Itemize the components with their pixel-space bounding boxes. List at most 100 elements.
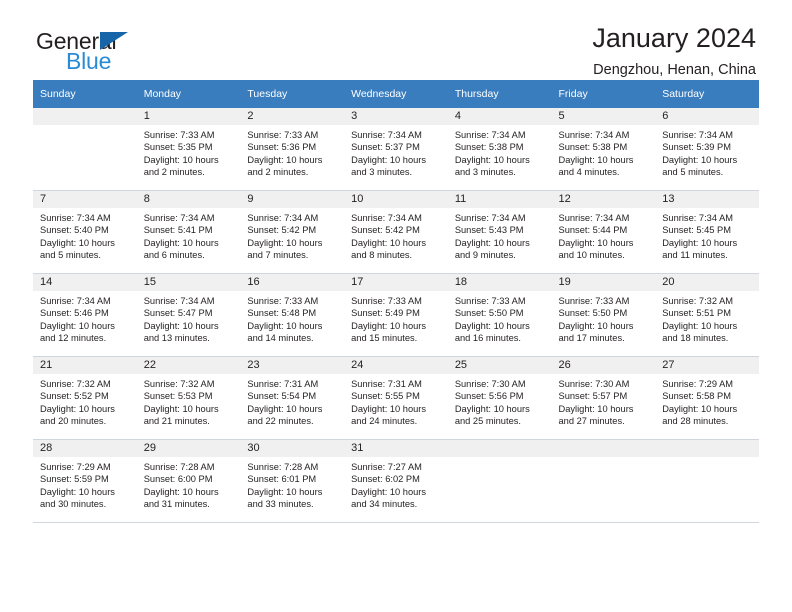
calendar-day-cell[interactable]: 8 Sunrise: 7:34 AM Sunset: 5:41 PM Daylight… bbox=[136, 190, 241, 274]
daylight-text-line2: and 3 minutes. bbox=[351, 167, 413, 178]
sunset-text: Sunset: 5:35 PM bbox=[143, 142, 213, 153]
calendar-day-cell[interactable]: 22 Sunrise: 7:32 AM Sunset: 5:53 PM Dayligh… bbox=[136, 356, 241, 440]
day-details: Sunrise: 7:31 AM Sunset: 5:54 PM Daylight:… bbox=[240, 374, 344, 428]
calendar-day-cell[interactable]: 25 Sunrise: 7:30 AM Sunset: 5:56 PM Dayligh… bbox=[447, 356, 552, 440]
day-details: Sunrise: 7:34 AM Sunset: 5:43 PM Daylight:… bbox=[448, 208, 552, 262]
calendar-day-cell[interactable]: 29 Sunrise: 7:28 AM Sunset: 6:00 PM Dayligh… bbox=[136, 439, 241, 523]
sunset-text: Sunset: 5:38 PM bbox=[454, 142, 524, 153]
sunrise-text: Sunrise: 7:33 AM bbox=[558, 296, 630, 306]
sunset-text: Sunset: 6:01 PM bbox=[247, 474, 317, 485]
sunrise-text: Sunrise: 7:28 AM bbox=[143, 462, 215, 472]
day-cell-inner: 16 Sunrise: 7:33 AM Sunset: 5:48 PM Dayligh… bbox=[240, 274, 345, 356]
day-cell-inner: 7 Sunrise: 7:34 AM Sunset: 5:40 PM Daylight… bbox=[33, 191, 137, 273]
day-number: 24 bbox=[344, 357, 448, 374]
day-number: 23 bbox=[240, 357, 345, 374]
day-number: 27 bbox=[655, 357, 759, 374]
calendar-day-cell[interactable]: 7 Sunrise: 7:34 AM Sunset: 5:40 PM Daylight… bbox=[33, 190, 137, 274]
daylight-text-line2: and 4 minutes. bbox=[558, 167, 620, 178]
sunset-text: Sunset: 5:44 PM bbox=[558, 225, 628, 236]
day-cell-inner bbox=[33, 108, 137, 190]
calendar-day-cell[interactable]: 16 Sunrise: 7:33 AM Sunset: 5:48 PM Dayligh… bbox=[240, 273, 345, 357]
calendar-body: 1 Sunrise: 7:33 AM Sunset: 5:35 PM Daylight… bbox=[33, 108, 759, 523]
sunset-text: Sunset: 5:59 PM bbox=[40, 474, 109, 485]
day-details: Sunrise: 7:34 AM Sunset: 5:40 PM Daylight:… bbox=[33, 208, 137, 262]
daylight-text-line2: and 20 minutes. bbox=[40, 416, 107, 427]
day-cell-inner: 2 Sunrise: 7:33 AM Sunset: 5:36 PM Daylight… bbox=[240, 108, 345, 190]
calendar-day-cell[interactable]: 28 Sunrise: 7:29 AM Sunset: 5:59 PM Dayligh… bbox=[33, 439, 137, 523]
day-details: Sunrise: 7:32 AM Sunset: 5:51 PM Daylight:… bbox=[655, 291, 759, 345]
day-number: 15 bbox=[136, 274, 241, 291]
calendar-day-cell[interactable]: 19 Sunrise: 7:33 AM Sunset: 5:50 PM Dayligh… bbox=[551, 273, 656, 357]
day-number bbox=[655, 440, 759, 457]
day-number: 21 bbox=[33, 357, 137, 374]
sunrise-text: Sunrise: 7:34 AM bbox=[662, 130, 734, 140]
daylight-text-line2: and 3 minutes. bbox=[454, 167, 516, 178]
calendar-day-cell[interactable]: 31 Sunrise: 7:27 AM Sunset: 6:02 PM Dayligh… bbox=[344, 439, 448, 523]
sunrise-text: Sunrise: 7:34 AM bbox=[143, 296, 215, 306]
calendar-empty-cell bbox=[551, 439, 656, 523]
calendar-day-cell[interactable]: 2 Sunrise: 7:33 AM Sunset: 5:36 PM Daylight… bbox=[240, 108, 345, 191]
calendar-day-cell[interactable]: 3 Sunrise: 7:34 AM Sunset: 5:37 PM Daylight… bbox=[344, 108, 448, 191]
calendar-day-cell[interactable]: 1 Sunrise: 7:33 AM Sunset: 5:35 PM Daylight… bbox=[136, 108, 241, 191]
calendar-day-cell[interactable]: 10 Sunrise: 7:34 AM Sunset: 5:42 PM Dayligh… bbox=[344, 190, 448, 274]
day-details: Sunrise: 7:33 AM Sunset: 5:50 PM Daylight:… bbox=[552, 291, 656, 345]
calendar-day-cell[interactable]: 27 Sunrise: 7:29 AM Sunset: 5:58 PM Dayligh… bbox=[655, 356, 759, 440]
calendar-day-cell[interactable]: 11 Sunrise: 7:34 AM Sunset: 5:43 PM Dayligh… bbox=[447, 190, 552, 274]
day-details: Sunrise: 7:34 AM Sunset: 5:45 PM Daylight:… bbox=[655, 208, 759, 262]
sunrise-text: Sunrise: 7:34 AM bbox=[662, 213, 734, 223]
calendar-day-cell[interactable]: 20 Sunrise: 7:32 AM Sunset: 5:51 PM Dayligh… bbox=[655, 273, 759, 357]
calendar-empty-cell bbox=[447, 439, 552, 523]
daylight-text-line1: Daylight: 10 hours bbox=[558, 320, 634, 331]
calendar-day-cell[interactable]: 6 Sunrise: 7:34 AM Sunset: 5:39 PM Daylight… bbox=[655, 108, 759, 191]
day-cell-inner: 12 Sunrise: 7:34 AM Sunset: 5:44 PM Dayligh… bbox=[551, 191, 656, 273]
day-details: Sunrise: 7:34 AM Sunset: 5:44 PM Daylight:… bbox=[552, 208, 656, 262]
daylight-text-line2: and 22 minutes. bbox=[247, 416, 314, 427]
sunset-text: Sunset: 5:45 PM bbox=[662, 225, 731, 236]
daylight-text-line2: and 11 minutes. bbox=[662, 250, 728, 261]
calendar-day-cell[interactable]: 17 Sunrise: 7:33 AM Sunset: 5:49 PM Dayligh… bbox=[344, 273, 448, 357]
calendar-week-row: 14 Sunrise: 7:34 AM Sunset: 5:46 PM Dayligh… bbox=[33, 273, 759, 357]
sunset-text: Sunset: 5:46 PM bbox=[40, 308, 109, 319]
calendar-day-cell[interactable]: 5 Sunrise: 7:34 AM Sunset: 5:38 PM Daylight… bbox=[551, 108, 656, 191]
page-title: January 2024 bbox=[592, 23, 756, 53]
sunrise-sunset-calendar-table: Sunday Monday Tuesday Wednesday Thursday… bbox=[33, 80, 759, 523]
calendar-day-cell[interactable]: 12 Sunrise: 7:34 AM Sunset: 5:44 PM Dayligh… bbox=[551, 190, 656, 274]
sunset-text: Sunset: 5:57 PM bbox=[558, 391, 628, 402]
sunset-text: Sunset: 5:52 PM bbox=[40, 391, 109, 402]
calendar-day-cell[interactable]: 4 Sunrise: 7:34 AM Sunset: 5:38 PM Daylight… bbox=[447, 108, 552, 191]
weekday-header-monday: Monday bbox=[136, 80, 241, 108]
day-number: 29 bbox=[136, 440, 241, 457]
sunset-text: Sunset: 5:43 PM bbox=[454, 225, 524, 236]
sunset-text: Sunset: 5:51 PM bbox=[662, 308, 731, 319]
calendar-day-cell[interactable]: 18 Sunrise: 7:33 AM Sunset: 5:50 PM Dayligh… bbox=[447, 273, 552, 357]
general-blue-logo[interactable]: General Blue bbox=[36, 28, 236, 74]
calendar-day-cell[interactable]: 9 Sunrise: 7:34 AM Sunset: 5:42 PM Daylight… bbox=[240, 190, 345, 274]
sunrise-text: Sunrise: 7:34 AM bbox=[351, 213, 422, 223]
day-cell-inner: 25 Sunrise: 7:30 AM Sunset: 5:56 PM Dayligh… bbox=[447, 357, 552, 439]
calendar-day-cell[interactable]: 24 Sunrise: 7:31 AM Sunset: 5:55 PM Dayligh… bbox=[344, 356, 448, 440]
title-block: January 2024 Dengzhou, Henan, China bbox=[592, 22, 756, 80]
sunrise-text: Sunrise: 7:34 AM bbox=[454, 213, 526, 223]
day-details: Sunrise: 7:28 AM Sunset: 6:01 PM Daylight:… bbox=[240, 457, 344, 511]
day-details: Sunrise: 7:31 AM Sunset: 5:55 PM Daylight:… bbox=[344, 374, 448, 428]
sunrise-text: Sunrise: 7:34 AM bbox=[40, 213, 111, 223]
sunrise-text: Sunrise: 7:30 AM bbox=[558, 379, 630, 389]
day-details: Sunrise: 7:29 AM Sunset: 5:58 PM Daylight:… bbox=[655, 374, 759, 428]
daylight-text-line2: and 28 minutes. bbox=[662, 416, 729, 427]
daylight-text-line2: and 16 minutes. bbox=[454, 333, 521, 344]
sunset-text: Sunset: 5:53 PM bbox=[143, 391, 213, 402]
calendar-day-cell[interactable]: 26 Sunrise: 7:30 AM Sunset: 5:57 PM Dayligh… bbox=[551, 356, 656, 440]
day-number: 12 bbox=[551, 191, 656, 208]
calendar-day-cell[interactable]: 13 Sunrise: 7:34 AM Sunset: 5:45 PM Dayligh… bbox=[655, 190, 759, 274]
calendar-day-cell[interactable]: 21 Sunrise: 7:32 AM Sunset: 5:52 PM Dayligh… bbox=[33, 356, 137, 440]
day-cell-inner bbox=[655, 440, 759, 522]
weekday-header-sunday: Sunday bbox=[33, 80, 137, 108]
calendar-day-cell[interactable]: 15 Sunrise: 7:34 AM Sunset: 5:47 PM Dayligh… bbox=[136, 273, 241, 357]
calendar-day-cell[interactable]: 14 Sunrise: 7:34 AM Sunset: 5:46 PM Dayligh… bbox=[33, 273, 137, 357]
calendar-day-cell[interactable]: 23 Sunrise: 7:31 AM Sunset: 5:54 PM Dayligh… bbox=[240, 356, 345, 440]
daylight-text-line1: Daylight: 10 hours bbox=[351, 237, 427, 248]
daylight-text-line2: and 5 minutes. bbox=[662, 167, 724, 178]
sunset-text: Sunset: 5:42 PM bbox=[351, 225, 420, 236]
calendar-day-cell[interactable]: 30 Sunrise: 7:28 AM Sunset: 6:01 PM Dayligh… bbox=[240, 439, 345, 523]
day-details: Sunrise: 7:33 AM Sunset: 5:35 PM Daylight:… bbox=[137, 125, 241, 179]
